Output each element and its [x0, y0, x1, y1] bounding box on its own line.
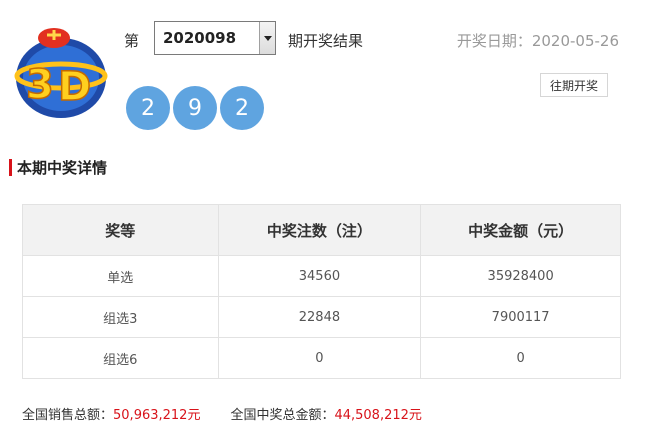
svg-text:D: D — [58, 64, 91, 110]
number-ball: 2 — [126, 86, 170, 130]
section-title-text: 本期中奖详情 — [17, 159, 108, 177]
draw-date: 开奖日期：2020-05-26 — [456, 32, 619, 50]
prize-level-cell: 组选3 — [22, 296, 219, 338]
prize-level-cell: 单选 — [22, 255, 219, 297]
sales-total: 全国销售总额：50,963,212元 — [22, 404, 200, 423]
number-ball: 9 — [173, 86, 217, 130]
winners-cell: 22848 — [217, 296, 422, 338]
prize-table: 奖等 中奖注数（注） 中奖金额（元） 单选 34560 35928400 组选3… — [22, 204, 621, 379]
winning-numbers: 2 9 2 — [126, 86, 264, 130]
section-title-bar — [9, 159, 12, 176]
prize-total-label: 全国中奖总金额： — [230, 408, 335, 423]
table-row: 单选 34560 35928400 — [22, 255, 621, 297]
table-row: 组选3 22848 7900117 — [22, 296, 621, 338]
winners-cell: 0 — [217, 337, 422, 379]
amount-cell: 7900117 — [420, 296, 621, 338]
table-row: 组选6 0 0 — [22, 337, 621, 379]
issue-suffix-label: 期开奖结果 — [288, 32, 364, 50]
totals-bar: 全国销售总额：50,963,212元 全国中奖总金额：44,508,212元 — [22, 404, 452, 423]
issue-select-value: 2020098 — [163, 29, 237, 47]
number-ball: 2 — [220, 86, 264, 130]
sales-total-label: 全国销售总额： — [22, 408, 114, 423]
section-title: 本期中奖详情 — [9, 157, 107, 178]
column-header-amount: 中奖金额（元） — [420, 204, 621, 256]
winners-cell: 34560 — [217, 255, 422, 297]
prize-total-value: 44,508,212元 — [334, 408, 422, 423]
issue-select[interactable]: 2020098 — [154, 21, 276, 55]
table-header-row: 奖等 中奖注数（注） 中奖金额（元） — [22, 204, 621, 256]
prize-level-cell: 组选6 — [22, 337, 219, 379]
amount-cell: 0 — [420, 337, 621, 379]
chevron-down-icon[interactable] — [259, 22, 275, 54]
prize-total: 全国中奖总金额：44,508,212元 — [230, 404, 421, 423]
issue-prefix-label: 第 — [124, 32, 140, 50]
lottery-3d-logo-icon: 3 D — [14, 20, 108, 120]
sales-total-value: 50,963,212元 — [113, 408, 201, 423]
column-header-winners: 中奖注数（注） — [217, 204, 422, 256]
history-draws-button[interactable]: 往期开奖 — [540, 73, 608, 97]
amount-cell: 35928400 — [420, 255, 621, 297]
column-header-prize-level: 奖等 — [22, 204, 219, 256]
svg-text:3: 3 — [26, 62, 54, 108]
